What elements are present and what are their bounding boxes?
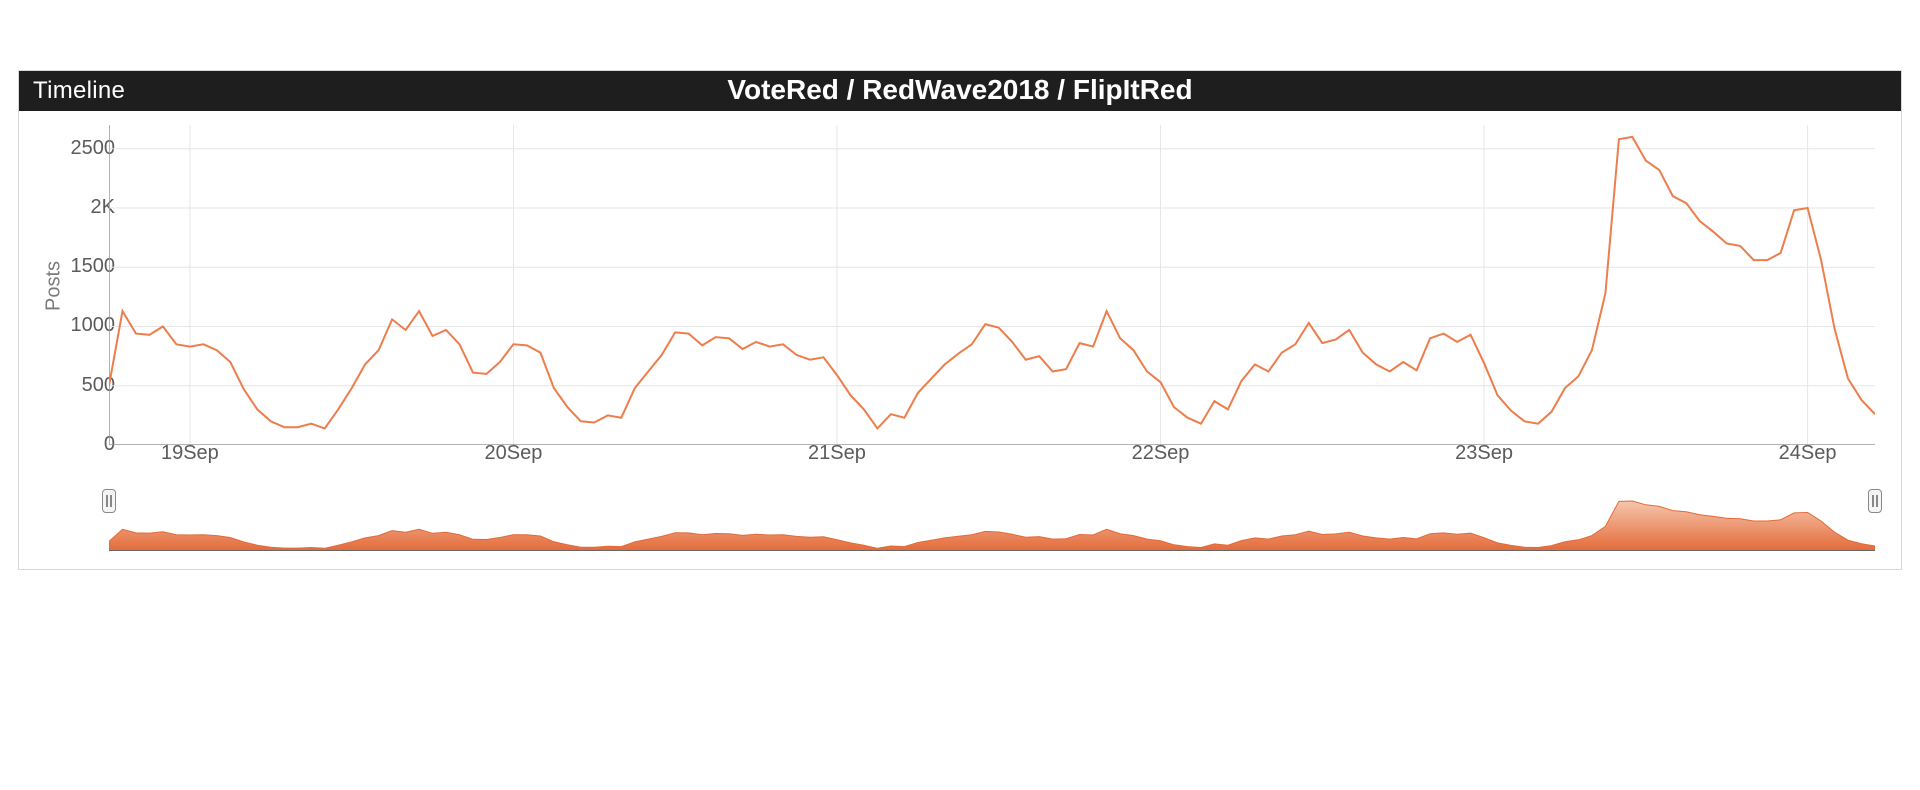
y-tick-label: 1000 [55,314,115,337]
x-tick-label: 19Sep [161,442,219,465]
x-tick-label: 20Sep [485,442,543,465]
x-tick-label: 23Sep [1455,442,1513,465]
timeline-card: Timeline VoteRed / RedWave2018 / FlipItR… [18,70,1902,570]
y-tick-label: 2500 [55,137,115,160]
range-handle-left[interactable] [102,489,116,513]
line-chart[interactable] [109,125,1875,445]
y-tick-label: 1500 [55,255,115,278]
y-tick-label: 500 [55,374,115,397]
range-sparkline [109,495,1875,551]
section-label: Timeline [33,77,125,105]
x-tick-label: 24Sep [1779,442,1837,465]
chart-title: VoteRed / RedWave2018 / FlipItRed [19,74,1901,106]
x-tick-label: 22Sep [1132,442,1190,465]
card-header: Timeline VoteRed / RedWave2018 / FlipItR… [19,71,1901,111]
y-tick-label: 0 [55,433,115,456]
range-selector[interactable] [109,495,1875,561]
x-tick-label: 21Sep [808,442,866,465]
plot-area: Posts 0500100015002K2500 19Sep20Sep21Sep… [19,111,1901,461]
range-handle-right[interactable] [1868,489,1882,513]
y-tick-label: 2K [55,196,115,219]
